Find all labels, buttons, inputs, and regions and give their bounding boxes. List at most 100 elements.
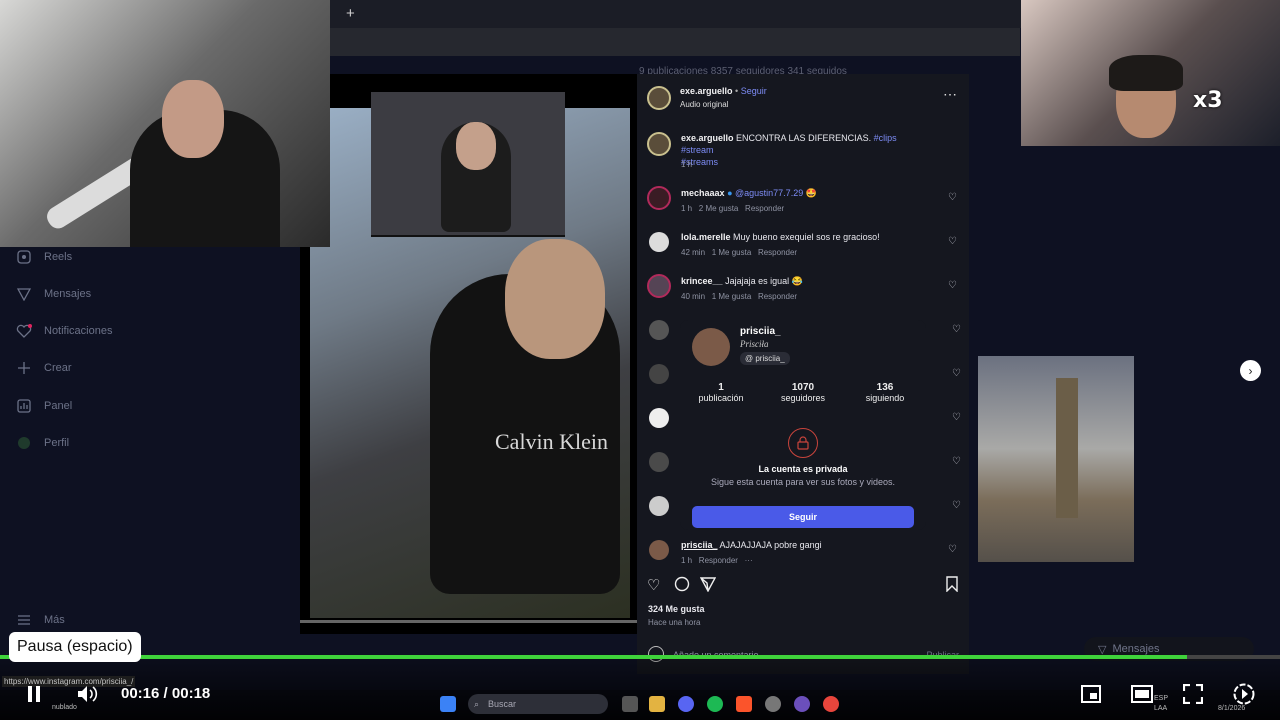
follow-link[interactable]: Seguir (741, 86, 767, 96)
comment-avatar[interactable] (649, 320, 669, 340)
discord-icon[interactable] (678, 696, 694, 712)
stat-value: 1 (718, 382, 724, 393)
comment-avatar[interactable] (649, 364, 669, 384)
comment-avatar[interactable] (649, 408, 669, 428)
messages-icon: ▽ (1098, 643, 1107, 656)
like-comment-icon[interactable]: ♡ (952, 324, 961, 335)
sidebar-item-panel[interactable]: Panel (16, 398, 72, 414)
like-comment-icon[interactable]: ♡ (948, 192, 957, 203)
verified-icon: ● (727, 188, 733, 198)
comment-time: 40 min (681, 292, 706, 301)
comment-item: krincee__ Jajajaja es igual 😂 40 min 1 M… (645, 272, 965, 306)
comment-text: AJAJAJJAJA pobre gangi (719, 540, 822, 550)
threads-badge[interactable]: @ prisciia_ (740, 352, 790, 365)
playback-speed-button[interactable] (1232, 682, 1256, 706)
brave-icon[interactable] (736, 696, 752, 712)
language-indicator[interactable]: ESP (1154, 695, 1168, 702)
like-comment-icon[interactable]: ♡ (952, 368, 961, 379)
caption-time: 1 h (681, 160, 693, 169)
new-tab-button[interactable]: + (346, 5, 355, 22)
comment-avatar[interactable] (649, 232, 669, 252)
comment-item: mechaaax ● @agustin77.7.29 🤩 1 h 2 Me gu… (645, 184, 965, 218)
spotify-icon[interactable] (707, 696, 723, 712)
pause-button[interactable] (24, 684, 44, 704)
player-progress-bar[interactable] (0, 655, 1280, 659)
background-post-thumbnail[interactable] (978, 356, 1134, 562)
post-time: Hace una hora (648, 618, 701, 627)
comment-more-button[interactable]: ··· (745, 556, 753, 565)
comment-avatar[interactable] (649, 452, 669, 472)
comment-avatar[interactable] (647, 186, 671, 210)
sidebar-label: Notificaciones (44, 325, 113, 337)
video-progress[interactable] (300, 620, 637, 623)
hover-card-avatar[interactable] (692, 328, 730, 366)
save-icon[interactable] (945, 576, 959, 597)
speed-icon (1233, 683, 1255, 705)
likes-count[interactable]: 324 Me gusta (648, 604, 705, 614)
reel-video[interactable]: Calvin Klein (300, 74, 637, 634)
file-explorer-icon[interactable] (649, 696, 665, 712)
like-icon[interactable]: ♡ (647, 576, 660, 594)
fullscreen-button[interactable] (1183, 684, 1203, 704)
comment-username[interactable]: mechaaax (681, 188, 725, 198)
caption-avatar[interactable] (647, 132, 671, 156)
app-icon[interactable] (765, 696, 781, 712)
comment-username[interactable]: prisciia_ (681, 540, 718, 550)
caption-username[interactable]: exe.arguello (681, 133, 734, 143)
reply-button[interactable]: Responder (758, 248, 797, 257)
author-username[interactable]: exe.arguello (680, 86, 733, 96)
like-comment-icon[interactable]: ♡ (948, 280, 957, 291)
theater-icon (1131, 685, 1153, 703)
like-comment-icon[interactable]: ♡ (952, 500, 961, 511)
more-options-icon[interactable]: ⋯ (943, 86, 957, 103)
task-view-icon[interactable] (622, 696, 638, 712)
comment-likes[interactable]: 1 Me gusta (712, 292, 752, 301)
comment-username[interactable]: krincee__ (681, 276, 723, 286)
sidebar-item-more[interactable]: Más (16, 612, 65, 628)
comment-likes[interactable]: 1 Me gusta (712, 248, 752, 257)
author-avatar[interactable] (647, 86, 671, 110)
comment-time: 1 h (681, 204, 693, 213)
comment-likes[interactable]: 2 Me gusta (699, 204, 739, 213)
sidebar-label: Reels (44, 251, 73, 263)
reply-button[interactable]: Responder (758, 292, 797, 301)
share-icon[interactable] (699, 576, 717, 597)
sidebar-item-messages[interactable]: Mensajes (16, 286, 91, 302)
like-comment-icon[interactable]: ♡ (948, 236, 957, 247)
sidebar-item-create[interactable]: Crear (16, 360, 72, 376)
hover-card-username[interactable]: prisciia_ (740, 326, 781, 337)
sidebar-label: Más (44, 614, 65, 626)
comment-avatar[interactable] (649, 540, 669, 560)
comment-icon[interactable] (674, 576, 690, 597)
like-comment-icon[interactable]: ♡ (952, 456, 961, 467)
volume-button[interactable] (76, 684, 98, 704)
comment-avatar[interactable] (649, 496, 669, 516)
theater-mode-button[interactable] (1131, 685, 1153, 703)
sidebar-item-reels[interactable]: Reels (16, 249, 72, 265)
sidebar-item-profile[interactable]: Perfil (16, 435, 69, 451)
pip-button[interactable] (1081, 685, 1101, 703)
comment-time: 42 min (681, 248, 706, 257)
chrome-icon[interactable] (823, 696, 839, 712)
comment-avatar[interactable] (647, 274, 671, 298)
like-comment-icon[interactable]: ♡ (952, 412, 961, 423)
obs-icon[interactable] (794, 696, 810, 712)
stat-posts: 1 publicación (681, 382, 761, 403)
stat-followers: 1070 seguidores (763, 382, 843, 403)
threads-badge-label: prisciia_ (755, 354, 785, 363)
reply-button[interactable]: Responder (745, 204, 784, 213)
comment-username[interactable]: lola.merelle (681, 232, 731, 242)
reply-button[interactable]: Responder (699, 556, 738, 565)
audio-label[interactable]: Audio original (680, 100, 728, 109)
sidebar-item-notifications[interactable]: Notificaciones (16, 323, 112, 339)
taskbar-search[interactable]: ⌕ Buscar (468, 694, 608, 714)
taskbar-date: 8/1/2026 (1218, 705, 1246, 712)
sidebar-label: Mensajes (44, 288, 92, 300)
follow-button[interactable]: Seguir (692, 506, 914, 528)
windows-start-icon[interactable] (440, 696, 456, 712)
next-post-button[interactable]: › (1240, 360, 1261, 381)
like-comment-icon[interactable]: ♡ (948, 544, 957, 555)
private-account-title: La cuenta es privada (758, 464, 848, 474)
browser-address-bar[interactable] (330, 28, 1020, 56)
comment-mention[interactable]: @agustin77.7.29 (735, 188, 803, 198)
